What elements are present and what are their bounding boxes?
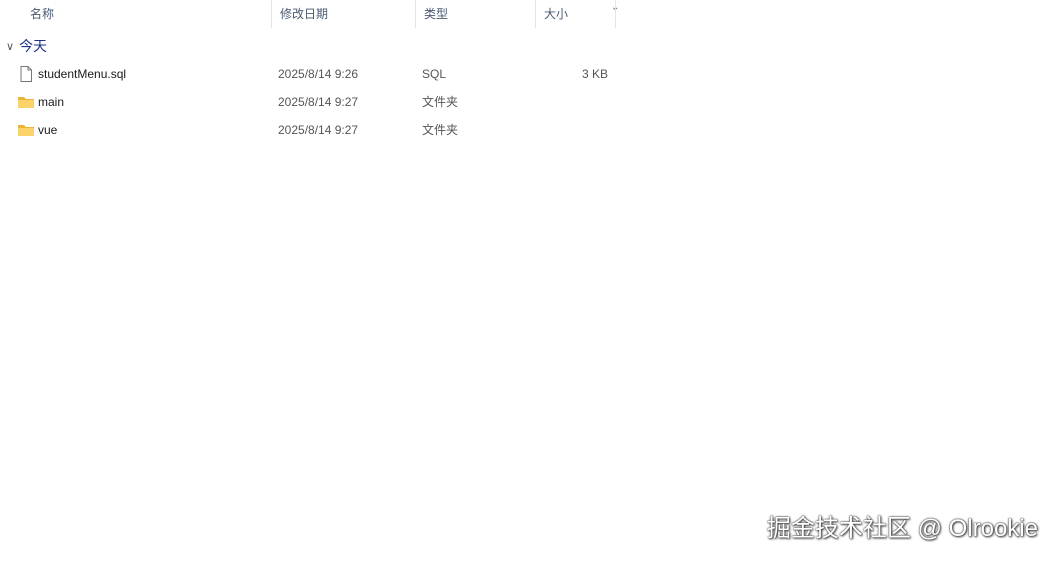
file-name: studentMenu.sql [38, 67, 127, 81]
column-header: 名称 修改日期 ⌄ 类型 大小 [0, 0, 619, 28]
column-name[interactable]: 名称 [0, 0, 272, 28]
folder-icon [18, 97, 34, 108]
file-name: vue [38, 123, 58, 137]
file-size: 3 KB [581, 67, 608, 81]
file-type: 文件夹 [422, 95, 459, 109]
chevron-down-icon: ∨ [6, 40, 15, 53]
column-type[interactable]: 类型 [416, 0, 536, 28]
watermark: 掘金技术社区 @ Olrookie [766, 515, 1038, 542]
file-date: 2025/8/14 9:27 [278, 123, 359, 137]
folder-row[interactable]: vue 2025/8/14 9:27 文件夹 [0, 116, 616, 144]
file-date: 2025/8/14 9:26 [278, 67, 359, 81]
file-type: SQL [422, 67, 447, 81]
file-type: 文件夹 [422, 123, 459, 137]
column-size[interactable]: 大小 [536, 0, 616, 28]
file-name: main [38, 95, 65, 109]
column-date-label: 修改日期 [280, 7, 329, 21]
group-label: 今天 [19, 38, 48, 54]
file-icon [20, 66, 32, 82]
group-today[interactable]: ∨ 今天 [6, 36, 47, 56]
file-date: 2025/8/14 9:27 [278, 95, 359, 109]
column-date[interactable]: 修改日期 ⌄ [272, 0, 619, 28]
folder-row[interactable]: main 2025/8/14 9:27 文件夹 [0, 88, 616, 116]
folder-icon [18, 125, 34, 136]
file-row[interactable]: studentMenu.sql 2025/8/14 9:26 SQL 3 KB [0, 60, 616, 88]
